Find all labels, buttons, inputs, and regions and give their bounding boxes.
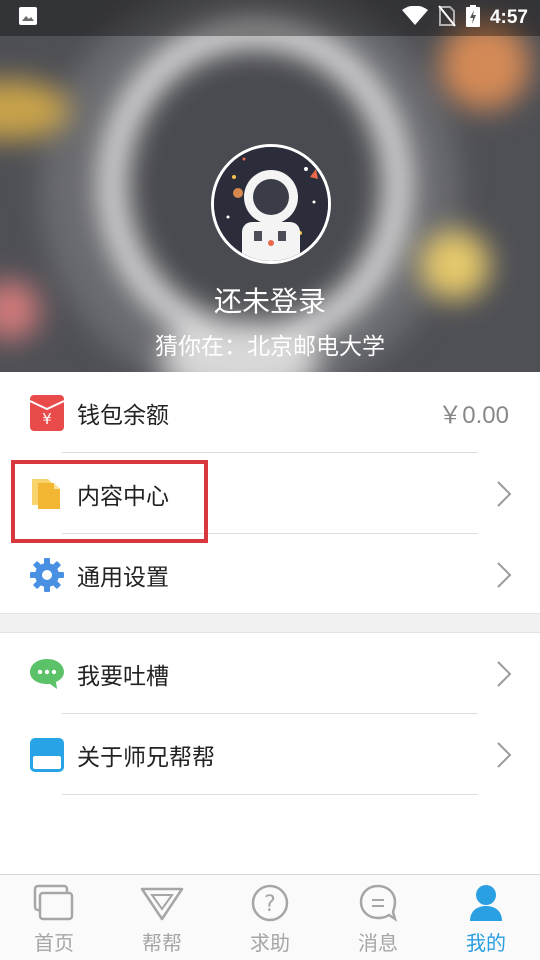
person-icon [470, 885, 502, 921]
svg-text:?: ? [264, 892, 276, 917]
feedback-label: 我要吐槽 [77, 663, 169, 690]
tab-bangbang-label: 帮帮 [142, 931, 182, 955]
gear-icon [29, 557, 65, 593]
svg-text:¥: ¥ [42, 410, 52, 428]
divider [62, 794, 478, 795]
no-sim-icon [438, 5, 456, 31]
tab-home-label: 首页 [34, 931, 74, 955]
highlight-box [11, 460, 208, 543]
tab-bangbang[interactable]: 帮帮 [108, 875, 216, 960]
feedback-row[interactable]: 我要吐槽 [0, 633, 540, 714]
tab-help[interactable]: ? 求助 [216, 875, 324, 960]
shield-logo-icon [140, 887, 184, 921]
bottom-tab-bar: 首页 帮帮 ? 求助 消息 我的 [0, 874, 540, 960]
chevron-right-icon [497, 480, 512, 507]
wallet-label: 钱包余额 [77, 402, 169, 429]
profile-header: 4:57 还未登录 猜你在：北京邮电大学 [0, 0, 540, 372]
section-gap [0, 613, 540, 633]
battery-charging-icon [465, 5, 480, 31]
tab-messages[interactable]: 消息 [324, 875, 432, 960]
tab-help-label: 求助 [250, 931, 290, 955]
tab-mine[interactable]: 我的 [432, 875, 540, 960]
app-logo-icon [29, 737, 65, 773]
about-label: 关于师兄帮帮 [77, 744, 215, 771]
menu-section-about: 我要吐槽 关于师兄帮帮 [0, 633, 540, 795]
wallet-row[interactable]: ¥ 钱包余额 ￥0.00 [0, 372, 540, 453]
wallet-balance: ￥0.00 [438, 402, 509, 429]
chevron-right-icon [497, 741, 512, 768]
wifi-icon [401, 5, 428, 30]
chat-bubble-icon [29, 656, 65, 692]
settings-row[interactable]: 通用设置 [0, 534, 540, 615]
home-cards-icon [33, 884, 74, 921]
astronaut-avatar-icon [214, 147, 328, 261]
settings-label: 通用设置 [77, 564, 169, 591]
tab-mine-label: 我的 [466, 931, 506, 955]
login-status-text[interactable]: 还未登录 [0, 280, 540, 320]
wallet-icon: ¥ [29, 394, 65, 431]
about-row[interactable]: 关于师兄帮帮 [0, 714, 540, 795]
avatar[interactable] [211, 144, 331, 264]
status-bar: 4:57 [0, 0, 540, 36]
question-icon: ? [251, 884, 289, 922]
tab-messages-label: 消息 [358, 931, 398, 955]
school-guess-text: 猜你在：北京邮电大学 [155, 334, 385, 360]
profile-page: 4:57 还未登录 猜你在：北京邮电大学 ¥ 钱包余额 ￥0.00 内容中心 通… [0, 0, 540, 960]
tab-home[interactable]: 首页 [0, 875, 108, 960]
image-icon [18, 6, 38, 30]
chevron-right-icon [497, 561, 512, 588]
chevron-right-icon [497, 660, 512, 687]
message-icon [359, 884, 398, 922]
status-time: 4:57 [489, 7, 528, 28]
